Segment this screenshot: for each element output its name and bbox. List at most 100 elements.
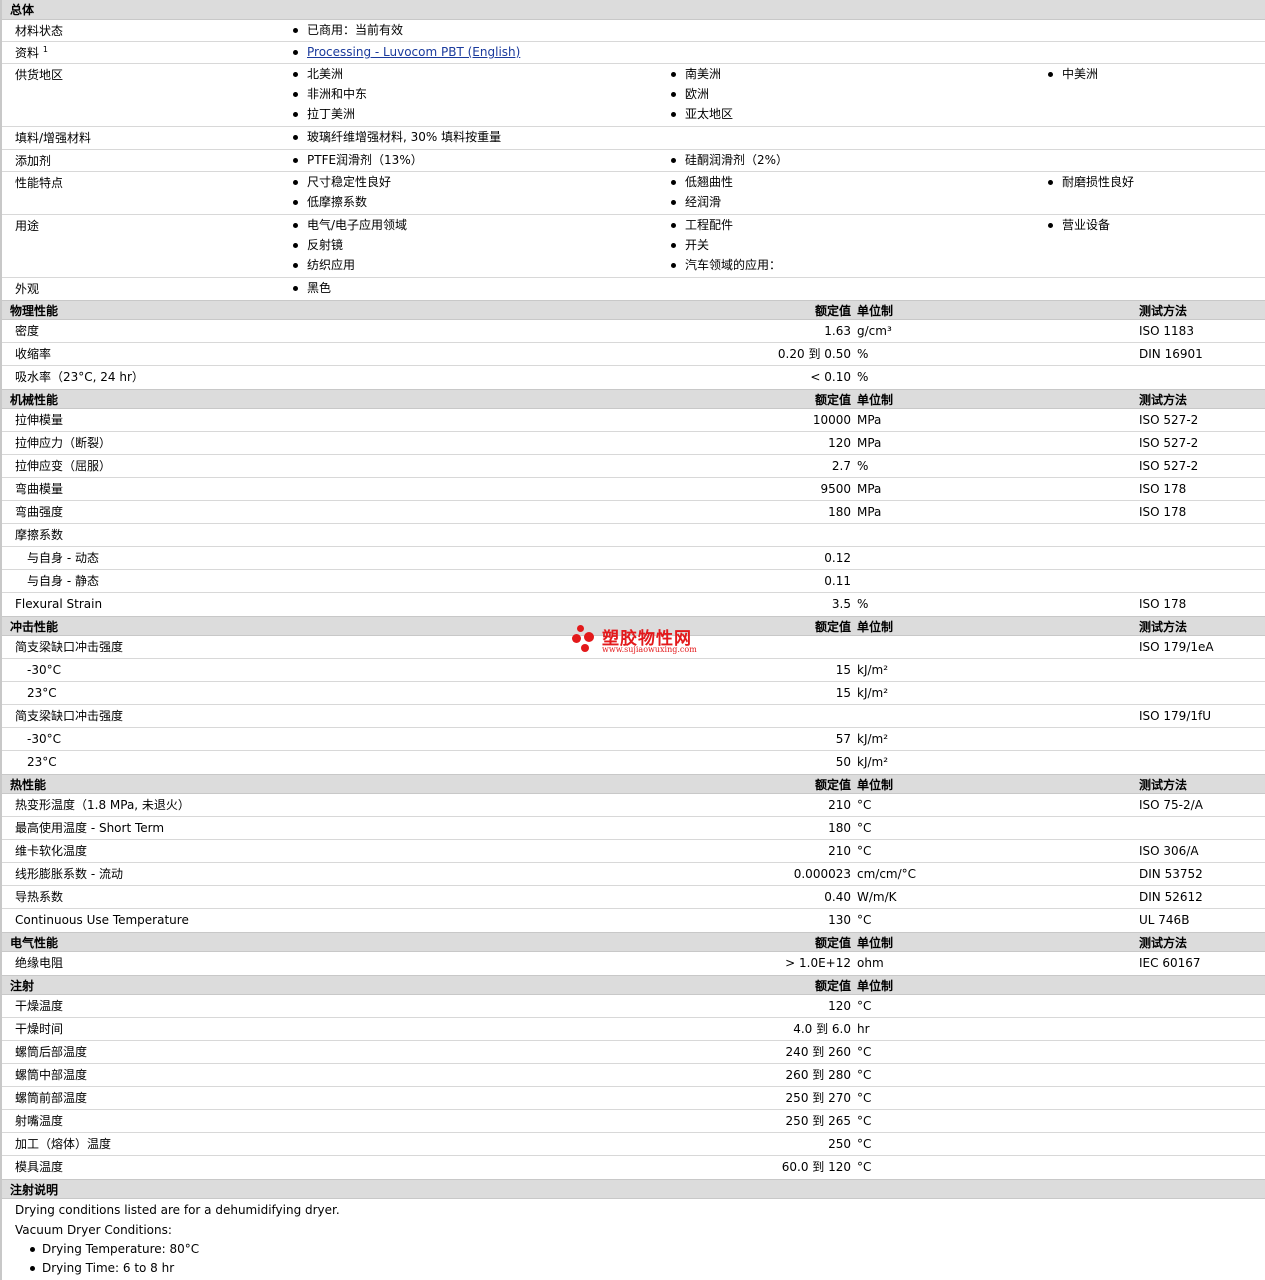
row-label: 性能特点 — [15, 176, 64, 190]
property-label: 最高使用温度 - Short Term — [15, 821, 165, 835]
property-label: 简支梁缺口冲击强度 — [15, 709, 124, 723]
appearance-list: 黑色 — [291, 278, 331, 298]
property-label: 绝缘电阻 — [15, 956, 64, 970]
test-method: DIN 53752 — [1139, 867, 1203, 881]
property-label: 导热系数 — [15, 890, 64, 904]
property-value: 0.11 — [824, 574, 851, 588]
table-row: 模具温度 60.0 到 120 °C — [2, 1156, 1265, 1179]
property-unit: kJ/m² — [857, 755, 889, 769]
property-unit: W/m/K — [857, 890, 897, 904]
property-value: 2.7 — [831, 459, 851, 473]
property-value: 0.12 — [824, 551, 851, 565]
property-value: 9500 — [820, 482, 851, 496]
property-label: 与自身 - 动态 — [27, 551, 99, 565]
use-col-2: 工程配件 开关 汽车领域的应用： — [669, 215, 781, 275]
property-unit: kJ/m² — [857, 686, 889, 700]
list-item: 中美洲 — [1046, 64, 1098, 84]
test-method: ISO 179/1eA — [1139, 640, 1214, 654]
property-value: 250 到 265 — [785, 1114, 851, 1128]
column-header-unit: 单位制 — [857, 393, 894, 407]
table-row: -30°C 57 kJ/m² — [2, 728, 1265, 751]
section-title: 注射说明 — [10, 1183, 59, 1197]
section-injection-header: 注射 额定值 单位制 — [2, 975, 1265, 995]
row-label: 用途 — [15, 219, 40, 233]
property-value: 57 — [835, 732, 851, 746]
use-col-1: 电气/电子应用领域 反射镜 纺织应用 — [291, 215, 407, 275]
table-row: 绝缘电阻 > 1.0E+12 ohm IEC 60167 — [2, 952, 1265, 975]
property-value: 240 到 260 — [785, 1045, 851, 1059]
section-title: 冲击性能 — [10, 620, 59, 634]
row-label: 资料 1 — [15, 42, 48, 64]
property-label: 加工（熔体）温度 — [15, 1137, 112, 1151]
row-documents: 资料 1 Processing - Luvocom PBT (English) — [2, 42, 1265, 64]
supply-col-3: 中美洲 — [1046, 64, 1098, 84]
property-unit: °C — [857, 798, 872, 812]
column-header-unit: 单位制 — [857, 979, 894, 993]
table-row: 线形膨胀系数 - 流动 0.000023 cm/cm/°C DIN 53752 — [2, 863, 1265, 886]
note-bullet: Drying Time: 6 to 8 hr — [2, 1259, 1265, 1278]
property-value: 130 — [828, 913, 851, 927]
property-unit: MPa — [857, 413, 882, 427]
table-row: 拉伸应变（屈服） 2.7% ISO 527-2 — [2, 455, 1265, 478]
property-label: 摩擦系数 — [15, 528, 64, 542]
property-unit: cm/cm/°C — [857, 867, 917, 881]
property-value: 15 — [835, 663, 851, 677]
docs-list: Processing - Luvocom PBT (English) — [291, 42, 520, 62]
supply-col-1: 北美洲 非洲和中东 拉丁美洲 — [291, 64, 367, 124]
property-label: 23°C — [27, 755, 57, 769]
property-value: 1.63 — [824, 324, 851, 338]
table-row: -30°C 15 kJ/m² — [2, 659, 1265, 682]
property-value: 210 — [828, 798, 851, 812]
table-row: 最高使用温度 - Short Term 180 °C — [2, 817, 1265, 840]
feature-col-3: 耐磨损性良好 — [1046, 172, 1134, 192]
property-label: -30°C — [27, 663, 61, 677]
column-header-method: 测试方法 — [1139, 778, 1188, 792]
list-item: 低摩擦系数 — [291, 192, 391, 212]
property-value: 120 — [828, 436, 851, 450]
test-method: IEC 60167 — [1139, 956, 1201, 970]
table-row: 加工（熔体）温度 250 °C — [2, 1133, 1265, 1156]
test-method: ISO 178 — [1139, 505, 1187, 519]
test-method: UL 746B — [1139, 913, 1190, 927]
property-value: 260 到 280 — [785, 1068, 851, 1082]
property-unit: °C — [857, 913, 872, 927]
property-unit: °C — [857, 844, 872, 858]
list-item: 硅酮润滑剂（2%） — [669, 150, 788, 170]
property-value: 210 — [828, 844, 851, 858]
processing-doc-link[interactable]: Processing - Luvocom PBT (English) — [307, 45, 520, 59]
feature-col-2: 低翘曲性 经润滑 — [669, 172, 733, 212]
section-title: 热性能 — [10, 778, 47, 792]
section-physical-header: 物理性能 额定值 单位制 测试方法 — [2, 300, 1265, 320]
column-header-method: 测试方法 — [1139, 393, 1188, 407]
additive-col-1: PTFE润滑剂（13%） — [291, 150, 423, 170]
status-list: 已商用：当前有效 — [291, 20, 403, 40]
filler-list: 玻璃纤维增强材料, 30% 填料按重量 — [291, 127, 501, 147]
property-unit: °C — [857, 999, 872, 1013]
row-filler: 填料/增强材料 玻璃纤维增强材料, 30% 填料按重量 — [2, 127, 1265, 150]
list-item: 拉丁美洲 — [291, 104, 367, 124]
list-item: 耐磨损性良好 — [1046, 172, 1134, 192]
property-label: 模具温度 — [15, 1160, 64, 1174]
column-header-unit: 单位制 — [857, 620, 894, 634]
column-header-value: 额定值 — [814, 936, 851, 950]
section-title: 总体 — [10, 3, 35, 17]
row-label: 外观 — [15, 282, 40, 296]
property-unit: % — [857, 370, 869, 384]
row-additive: 添加剂 PTFE润滑剂（13%） 硅酮润滑剂（2%） — [2, 150, 1265, 172]
table-row: 螺筒中部温度 260 到 280 °C — [2, 1064, 1265, 1087]
property-label: 拉伸模量 — [15, 413, 64, 427]
section-notes-header: 注射说明 — [2, 1179, 1265, 1199]
property-label: Continuous Use Temperature — [15, 913, 189, 927]
property-unit: °C — [857, 1137, 872, 1151]
column-header-unit: 单位制 — [857, 936, 894, 950]
test-method: ISO 527-2 — [1139, 459, 1199, 473]
column-header-value: 额定值 — [814, 393, 851, 407]
property-label: 螺筒前部温度 — [15, 1091, 88, 1105]
test-method: DIN 16901 — [1139, 347, 1203, 361]
property-label: 螺筒中部温度 — [15, 1068, 88, 1082]
row-label: 材料状态 — [15, 24, 64, 38]
list-item: 南美洲 — [669, 64, 733, 84]
watermark-logo: 塑胶物性网 www.sujiaowuxing.com — [572, 622, 712, 658]
test-method: ISO 178 — [1139, 597, 1187, 611]
table-row: Continuous Use Temperature 130 °C UL 746B — [2, 909, 1265, 932]
